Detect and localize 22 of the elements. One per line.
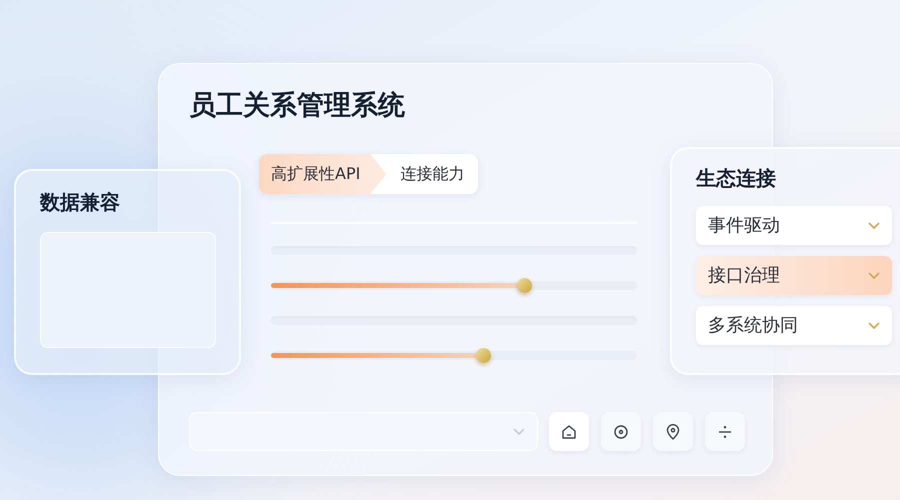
dropdown-item[interactable]: 多系统协同 bbox=[696, 306, 892, 345]
divide-icon bbox=[718, 424, 732, 438]
icon-button[interactable] bbox=[549, 412, 589, 451]
panel-title: 员工关系管理系统 bbox=[189, 89, 406, 123]
slider-thumb[interactable] bbox=[476, 348, 492, 363]
tab[interactable]: 高扩展性API bbox=[259, 154, 386, 194]
chevron-down-icon bbox=[868, 322, 880, 330]
dropdown-item[interactable]: 接口治理 bbox=[696, 256, 892, 295]
card-title: 数据兼容 bbox=[40, 189, 121, 216]
slider-thumb[interactable] bbox=[516, 278, 532, 293]
chevron-down-icon bbox=[868, 222, 880, 230]
location-pin-icon bbox=[666, 424, 680, 440]
chevron-down-icon bbox=[513, 428, 525, 436]
icon-button[interactable] bbox=[601, 412, 641, 451]
home-icon bbox=[561, 424, 577, 440]
dropdown-item[interactable]: 事件驱动 bbox=[696, 206, 892, 245]
tab[interactable]: 连接能力 bbox=[386, 154, 478, 194]
icon-button[interactable] bbox=[653, 412, 693, 451]
dropdown-field[interactable] bbox=[189, 412, 538, 451]
card-title: 生态连接 bbox=[696, 165, 777, 192]
circle-dot-icon bbox=[613, 424, 629, 440]
chevron-down-icon bbox=[868, 272, 880, 280]
